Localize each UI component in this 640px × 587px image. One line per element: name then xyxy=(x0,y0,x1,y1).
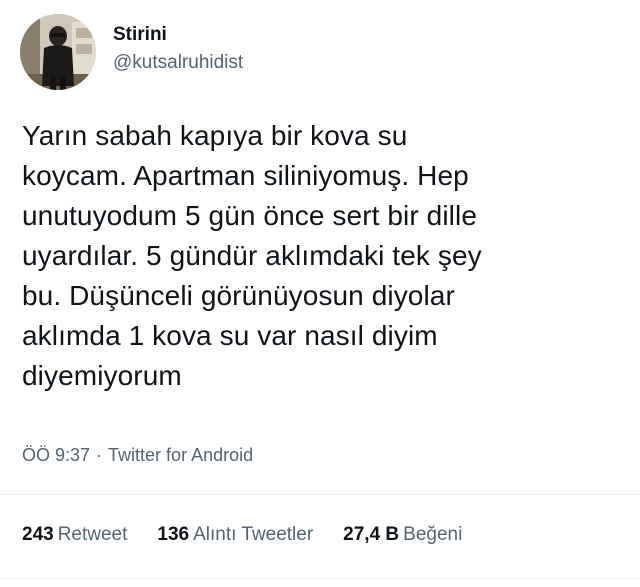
likes-stat[interactable]: 27,4 B Beğeni xyxy=(343,523,462,547)
divider-bottom xyxy=(0,578,640,579)
likes-label: Beğeni xyxy=(403,524,463,545)
tweet-meta: ÖÖ 9:37 · Twitter for Android xyxy=(22,443,253,467)
tweet-card: Stirini @kutsalruhidist Yarın sabah kapı… xyxy=(0,0,640,587)
quotes-count: 136 xyxy=(157,524,190,545)
retweets-stat[interactable]: 243 Retweet xyxy=(22,523,127,547)
display-name[interactable]: Stirini xyxy=(113,23,243,47)
user-handle[interactable]: @kutsalruhidist xyxy=(113,51,243,75)
retweets-label: Retweet xyxy=(57,524,128,545)
tweet-stats: 243 Retweet 136 Alıntı Tweetler 27,4 B Beğe… xyxy=(22,523,492,547)
quotes-stat[interactable]: 136 Alıntı Tweetler xyxy=(157,523,313,547)
divider-top xyxy=(0,494,640,495)
likes-count: 27,4 B xyxy=(343,524,400,545)
meta-separator: · xyxy=(96,445,103,465)
quotes-label: Alıntı Tweetler xyxy=(193,524,314,545)
tweet-source[interactable]: Twitter for Android xyxy=(108,445,253,465)
tweet-time[interactable]: ÖÖ 9:37 xyxy=(22,445,90,465)
avatar-photo xyxy=(20,14,96,90)
avatar[interactable] xyxy=(20,14,96,90)
tweet-text: Yarın sabah kapıya bir kova su koycam. A… xyxy=(22,120,482,391)
user-info: Stirini @kutsalruhidist xyxy=(113,23,243,75)
retweets-count: 243 xyxy=(22,524,54,545)
tweet-header: Stirini @kutsalruhidist xyxy=(20,14,243,90)
